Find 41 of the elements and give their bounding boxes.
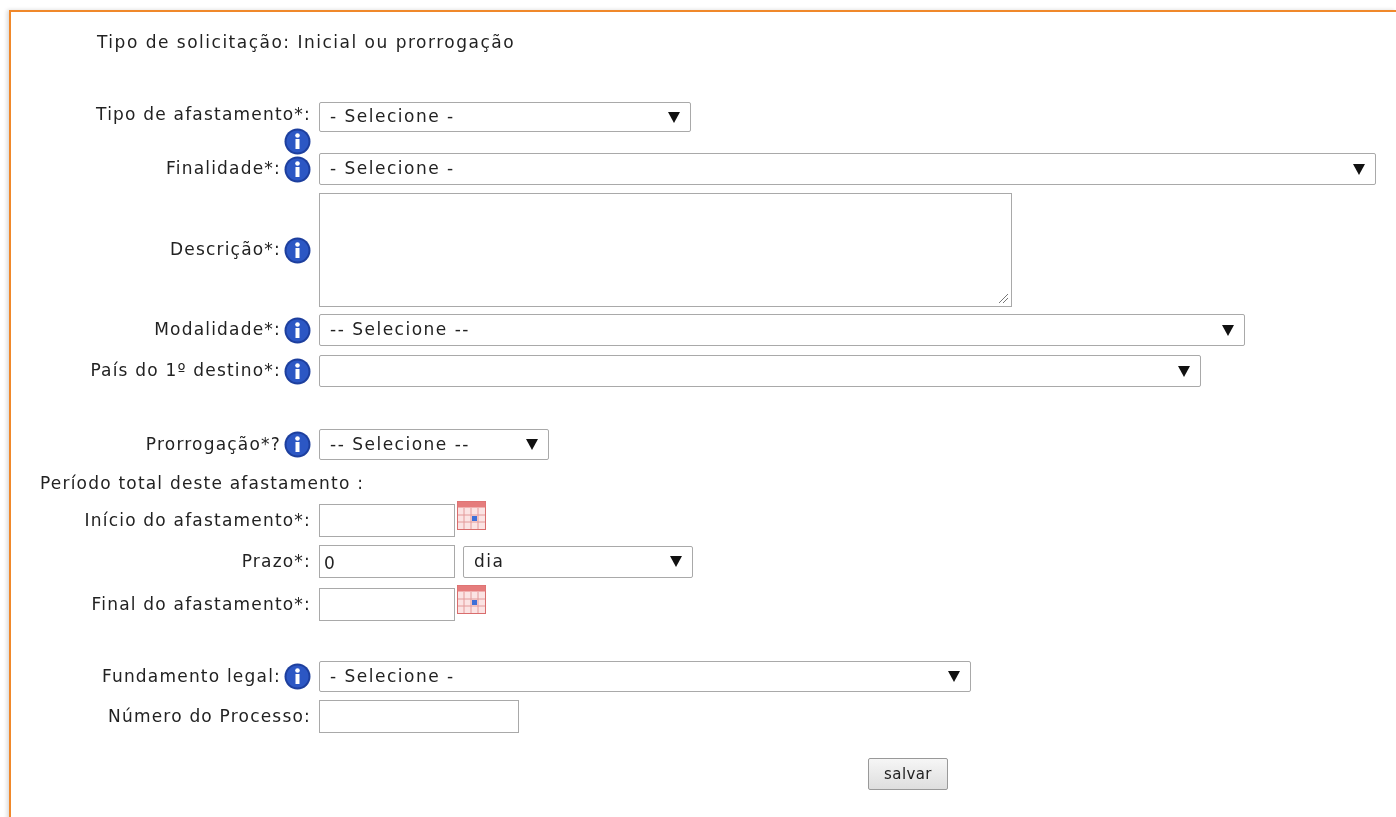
caret-icon (670, 556, 682, 567)
resize-handle-icon (998, 293, 1009, 304)
field-label: Tipo de afastamento*: (96, 103, 311, 126)
dropdown[interactable]: -- Selecione -- (319, 429, 549, 460)
dropdown[interactable]: -- Selecione -- (319, 314, 1245, 346)
caret-icon (948, 671, 960, 682)
field-label: Modalidade*: (154, 318, 281, 342)
field-label: País do 1º destino*: (90, 359, 281, 383)
section-heading: Período total deste afastamento : (40, 472, 365, 496)
input-field[interactable] (319, 588, 455, 621)
caret-icon (668, 111, 680, 123)
dropdown[interactable]: - Selecione - (319, 153, 1376, 185)
input-field[interactable]: 0 (319, 545, 455, 578)
dropdown[interactable]: - Selecione - (319, 102, 691, 132)
field-label: Prorrogação*? (145, 432, 281, 456)
field-label: Início do afastamento*: (84, 508, 311, 532)
field-label: Número do Processo: (108, 704, 311, 728)
caret-icon (1178, 365, 1190, 377)
field-label: Finalidade*: (166, 157, 281, 181)
field-label: Final do afastamento*: (91, 592, 311, 616)
caret-icon (1222, 324, 1234, 336)
input-field[interactable] (319, 700, 519, 733)
input-field[interactable] (319, 504, 455, 537)
dropdown[interactable]: - Selecione - (319, 661, 971, 692)
caret-icon (526, 439, 538, 450)
request-type-text: Tipo de solicitação: Inicial ou prorrogação (97, 32, 516, 52)
dropdown[interactable]: dia (463, 545, 693, 578)
info-icon[interactable] (284, 316, 311, 344)
calendar-icon[interactable] (457, 585, 486, 614)
calendar-icon[interactable] (457, 501, 486, 530)
field-label: Prazo*: (241, 549, 311, 573)
info-icon[interactable] (284, 155, 311, 183)
info-icon[interactable] (284, 663, 311, 690)
info-icon[interactable] (284, 357, 311, 385)
caret-icon (1353, 163, 1365, 175)
field-label: Descrição*: (169, 238, 281, 262)
info-icon[interactable] (284, 431, 311, 458)
save-button[interactable]: salvar (868, 758, 948, 790)
info-icon[interactable] (284, 236, 311, 264)
info-icon[interactable] (284, 127, 311, 155)
field-label: Fundamento legal: (101, 664, 281, 688)
